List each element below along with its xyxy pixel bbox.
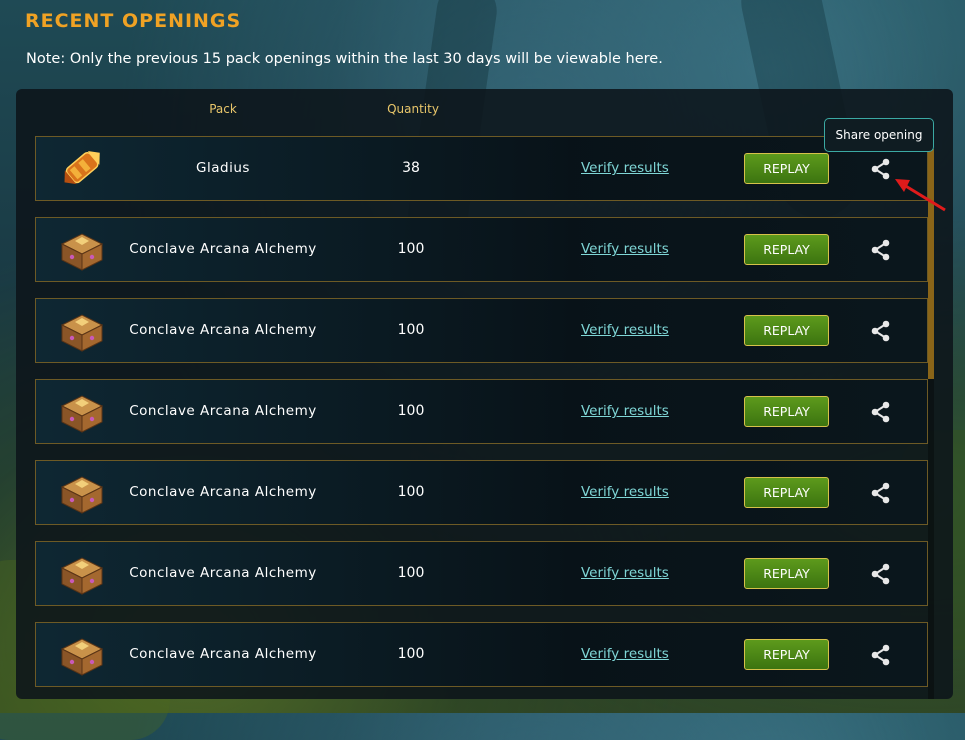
verify-results-link[interactable]: Verify results [581,137,669,200]
column-header-quantity: Quantity [387,102,439,116]
verify-results-link[interactable]: Verify results [581,623,669,686]
replay-button[interactable]: REPLAY [744,396,829,427]
conclave-chest-icon [56,388,108,436]
replay-button[interactable]: REPLAY [744,234,829,265]
verify-results-link[interactable]: Verify results [581,461,669,524]
pack-name: Conclave Arcana Alchemy [129,403,317,419]
verify-results-link[interactable]: Verify results [581,542,669,605]
replay-button[interactable]: REPLAY [744,558,829,589]
verify-results-link[interactable]: Verify results [581,299,669,362]
verify-results-link[interactable]: Verify results [581,380,669,443]
history-note: Note: Only the previous 15 pack openings… [26,51,663,67]
gladius-pack-icon [56,145,108,193]
page-title: RECENT OPENINGS [25,10,242,32]
conclave-chest-icon [56,550,108,598]
share-opening-tooltip: Share opening [824,118,934,152]
pack-quantity: 38 [402,160,420,176]
opening-row: Gladius 38 Verify results REPLAY [35,136,928,201]
pack-quantity: 100 [397,484,425,500]
conclave-chest-icon [56,307,108,355]
pack-name: Conclave Arcana Alchemy [129,322,317,338]
share-icon[interactable] [870,158,892,180]
pack-name: Conclave Arcana Alchemy [129,565,317,581]
replay-button[interactable]: REPLAY [744,315,829,346]
pack-quantity: 100 [397,403,425,419]
share-icon[interactable] [870,320,892,342]
share-icon[interactable] [870,563,892,585]
opening-row: Conclave Arcana Alchemy 100 Verify resul… [35,217,928,282]
pack-quantity: 100 [397,565,425,581]
share-icon[interactable] [870,401,892,423]
column-header-pack: Pack [209,102,237,116]
replay-button[interactable]: REPLAY [744,477,829,508]
opening-row: Conclave Arcana Alchemy 100 Verify resul… [35,298,928,363]
pack-name: Conclave Arcana Alchemy [129,241,317,257]
opening-row: Conclave Arcana Alchemy 100 Verify resul… [35,460,928,525]
conclave-chest-icon [56,226,108,274]
conclave-chest-icon [56,469,108,517]
pack-quantity: 100 [397,241,425,257]
pack-quantity: 100 [397,646,425,662]
opening-row: Conclave Arcana Alchemy 100 Verify resul… [35,541,928,606]
share-icon[interactable] [870,239,892,261]
scrollbar[interactable] [928,149,934,699]
pack-quantity: 100 [397,322,425,338]
red-arrow-annotation [895,179,946,212]
verify-results-link[interactable]: Verify results [581,218,669,281]
opening-row: Conclave Arcana Alchemy 100 Verify resul… [35,622,928,687]
recent-openings-panel: Pack Quantity Gladius 38 Verify results … [16,89,953,699]
replay-button[interactable]: REPLAY [744,153,829,184]
pack-name: Conclave Arcana Alchemy [129,484,317,500]
share-icon[interactable] [870,644,892,666]
conclave-chest-icon [56,631,108,679]
share-icon[interactable] [870,482,892,504]
pack-name: Conclave Arcana Alchemy [129,646,317,662]
pack-name: Gladius [196,160,250,176]
replay-button[interactable]: REPLAY [744,639,829,670]
openings-list: Gladius 38 Verify results REPLAY Conclav… [35,136,928,699]
opening-row: Conclave Arcana Alchemy 100 Verify resul… [35,379,928,444]
